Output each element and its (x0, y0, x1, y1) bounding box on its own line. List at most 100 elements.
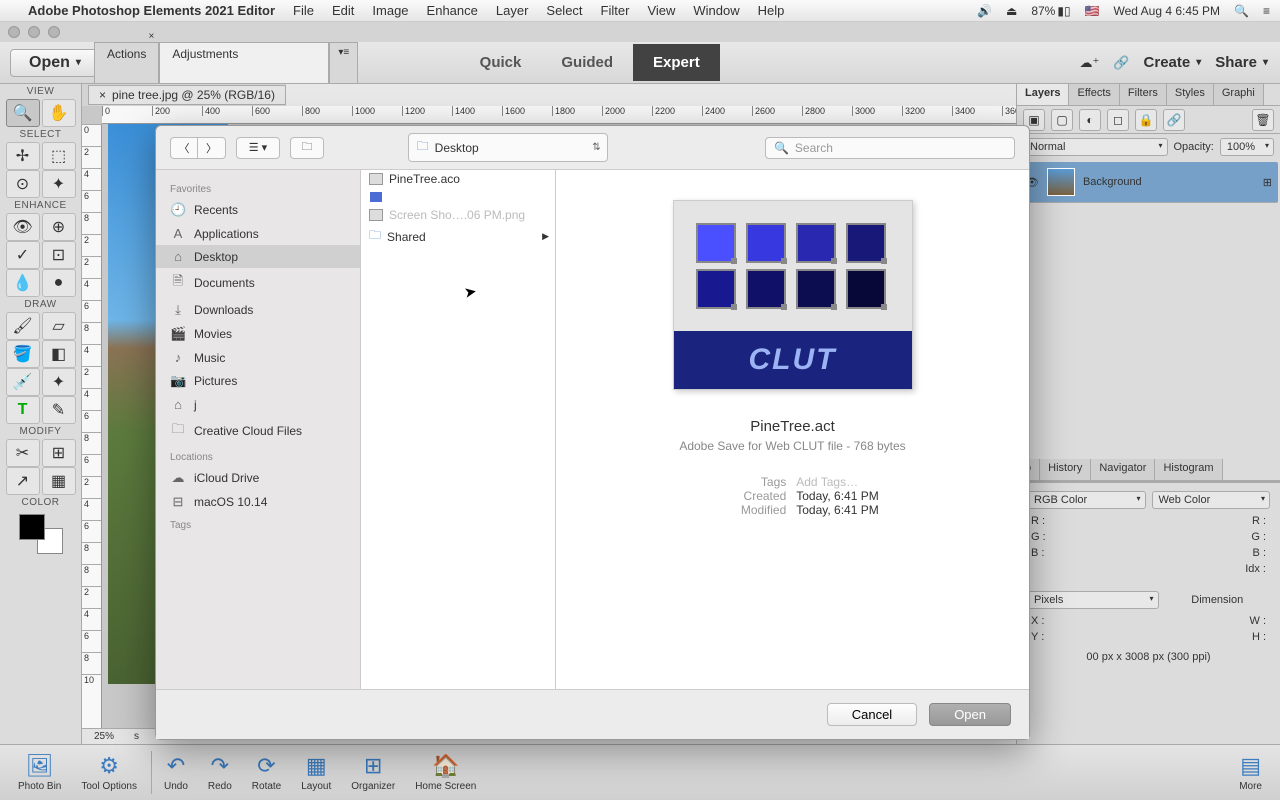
file-item[interactable]: Screen Sho….06 PM.png (361, 206, 555, 224)
crop-tool[interactable]: ✂ (6, 439, 40, 467)
opacity-input[interactable]: 100% (1220, 138, 1274, 156)
view-mode-button[interactable]: ☰ ▾ (236, 137, 280, 159)
sidebar-item-desktop[interactable]: ⌂Desktop (156, 245, 360, 268)
spot-heal-tool[interactable]: ⊕ (42, 213, 76, 241)
effects-tab[interactable]: Effects (1069, 84, 1119, 105)
graphics-tab[interactable]: Graphi (1214, 84, 1264, 105)
home-screen-button[interactable]: 🏠Home Screen (407, 751, 484, 794)
sidebar-item-pictures[interactable]: 📷Pictures (156, 369, 360, 393)
open-file-button[interactable]: Open (929, 703, 1011, 726)
input-source-icon[interactable]: 🇺🇸 (1085, 4, 1100, 18)
share-button[interactable]: Share (1215, 54, 1268, 71)
recompose-tool[interactable]: ⊞ (42, 439, 76, 467)
cancel-button[interactable]: Cancel (827, 703, 917, 726)
adjustment-layer-button[interactable]: ◐ (1079, 109, 1101, 131)
navigator-tab[interactable]: Navigator (1091, 459, 1155, 480)
sidebar-item-applications[interactable]: AApplications (156, 222, 360, 245)
history-tab[interactable]: History (1040, 459, 1091, 480)
layers-tab[interactable]: Layers (1017, 84, 1069, 105)
menu-layer[interactable]: Layer (496, 3, 529, 18)
add-tags-input[interactable]: Add Tags… (796, 475, 858, 489)
sidebar-item-movies[interactable]: 🎬Movies (156, 322, 360, 346)
lock-button[interactable]: 🔒 (1135, 109, 1157, 131)
marquee-tool[interactable]: ⬚ (42, 142, 76, 170)
blend-mode-dropdown[interactable]: Normal (1023, 138, 1168, 156)
mode-expert[interactable]: Expert (633, 44, 720, 81)
search-input[interactable]: 🔍 Search (765, 137, 1015, 159)
menu-filter[interactable]: Filter (601, 3, 630, 18)
menu-help[interactable]: Help (758, 3, 785, 18)
redo-button[interactable]: ↷Redo (200, 751, 240, 794)
sidebar-item-recents[interactable]: 🕘Recents (156, 198, 360, 222)
menu-edit[interactable]: Edit (332, 3, 354, 18)
units-dropdown[interactable]: Pixels (1027, 591, 1159, 609)
move-tool[interactable]: ✢ (6, 142, 40, 170)
adjustments-tab[interactable]: Adjustments (159, 42, 329, 84)
styles-tab[interactable]: Styles (1167, 84, 1214, 105)
rotate-button[interactable]: ⟳Rotate (244, 751, 289, 794)
file-item[interactable]: 🗀Shared▶ (361, 224, 555, 249)
panel-options[interactable]: ▾≡ (329, 42, 358, 84)
tool-options-button[interactable]: ⚙Tool Options (73, 751, 152, 794)
back-button[interactable]: 〈 (170, 137, 198, 159)
eyedropper-tool[interactable]: 💉 (6, 368, 40, 396)
link-layers-button[interactable]: 🔗 (1163, 109, 1185, 131)
sidebar-item-creative-cloud-files[interactable]: 🗀Creative Cloud Files (156, 416, 360, 446)
menu-enhance[interactable]: Enhance (427, 3, 478, 18)
sidebar-loc-macos-10-14[interactable]: ⊟macOS 10.14 (156, 490, 360, 514)
color-swatches[interactable] (19, 514, 63, 554)
smart-brush-tool[interactable]: ✓ (6, 241, 40, 269)
more-button[interactable]: ▤More (1231, 751, 1270, 794)
quick-select-tool[interactable]: ✦ (42, 170, 76, 198)
group-button[interactable]: 🗀 (290, 137, 324, 159)
layer-background[interactable]: 👁 Background ⊞ (1019, 162, 1278, 203)
mode-guided[interactable]: Guided (541, 44, 633, 81)
gradient-tool[interactable]: ◧ (42, 340, 76, 368)
straighten-tool[interactable]: ▦ (42, 467, 76, 495)
close-window[interactable] (8, 26, 20, 38)
mode-quick[interactable]: Quick (460, 44, 542, 81)
eraser-tool[interactable]: ▱ (42, 312, 76, 340)
organizer-button[interactable]: ⊞Organizer (343, 751, 403, 794)
clone-tool[interactable]: ⊡ (42, 241, 76, 269)
menu-extras-icon[interactable]: ≡ (1263, 4, 1270, 18)
pencil-tool[interactable]: ✎ (42, 396, 76, 424)
menu-image[interactable]: Image (372, 3, 408, 18)
sponge-tool[interactable]: ● (42, 269, 76, 297)
color-mode-1[interactable]: RGB Color (1027, 491, 1146, 509)
zoom-level[interactable]: 25% (94, 731, 114, 742)
create-button[interactable]: Create (1144, 54, 1202, 71)
sidebar-item-music[interactable]: ♪Music (156, 346, 360, 369)
link-icon[interactable]: 🔗 (1113, 55, 1129, 71)
mask-button[interactable]: ◻ (1107, 109, 1129, 131)
document-tab[interactable]: ×pine tree.jpg @ 25% (RGB/16) (88, 85, 286, 105)
location-dropdown[interactable]: 🗀 Desktop (408, 133, 608, 162)
shape-tool[interactable]: ✦ (42, 368, 76, 396)
volume-icon[interactable]: 🔊 (977, 4, 992, 18)
sidebar-loc-icloud-drive[interactable]: ☁iCloud Drive (156, 466, 360, 490)
cloud-icon[interactable]: ☁⁺ (1079, 55, 1099, 71)
forward-button[interactable]: 〉 (198, 137, 226, 159)
actions-tab[interactable]: ×Actions (94, 42, 159, 84)
menu-window[interactable]: Window (693, 3, 739, 18)
menu-view[interactable]: View (647, 3, 675, 18)
minimize-window[interactable] (28, 26, 40, 38)
content-move-tool[interactable]: ↗ (6, 467, 40, 495)
sidebar-item-j[interactable]: ⌂j (156, 393, 360, 416)
new-group-button[interactable]: ▢ (1051, 109, 1073, 131)
fill-tool[interactable]: 🪣 (6, 340, 40, 368)
undo-button[interactable]: ↶Undo (156, 751, 196, 794)
text-tool[interactable]: T (6, 396, 40, 424)
delete-layer-button[interactable]: 🗑 (1252, 109, 1274, 131)
datetime[interactable]: Wed Aug 4 6:45 PM (1114, 4, 1221, 18)
sidebar-item-documents[interactable]: 🗎Documents (156, 268, 360, 298)
menu-file[interactable]: File (293, 3, 314, 18)
histogram-tab[interactable]: Histogram (1155, 459, 1222, 480)
lasso-tool[interactable]: ⊙ (6, 170, 40, 198)
color-mode-2[interactable]: Web Color (1152, 491, 1271, 509)
menu-select[interactable]: Select (546, 3, 582, 18)
hand-tool[interactable]: ✋ (42, 99, 76, 127)
zoom-window[interactable] (48, 26, 60, 38)
filters-tab[interactable]: Filters (1120, 84, 1167, 105)
photo-bin-button[interactable]: 🖼Photo Bin (10, 751, 69, 794)
